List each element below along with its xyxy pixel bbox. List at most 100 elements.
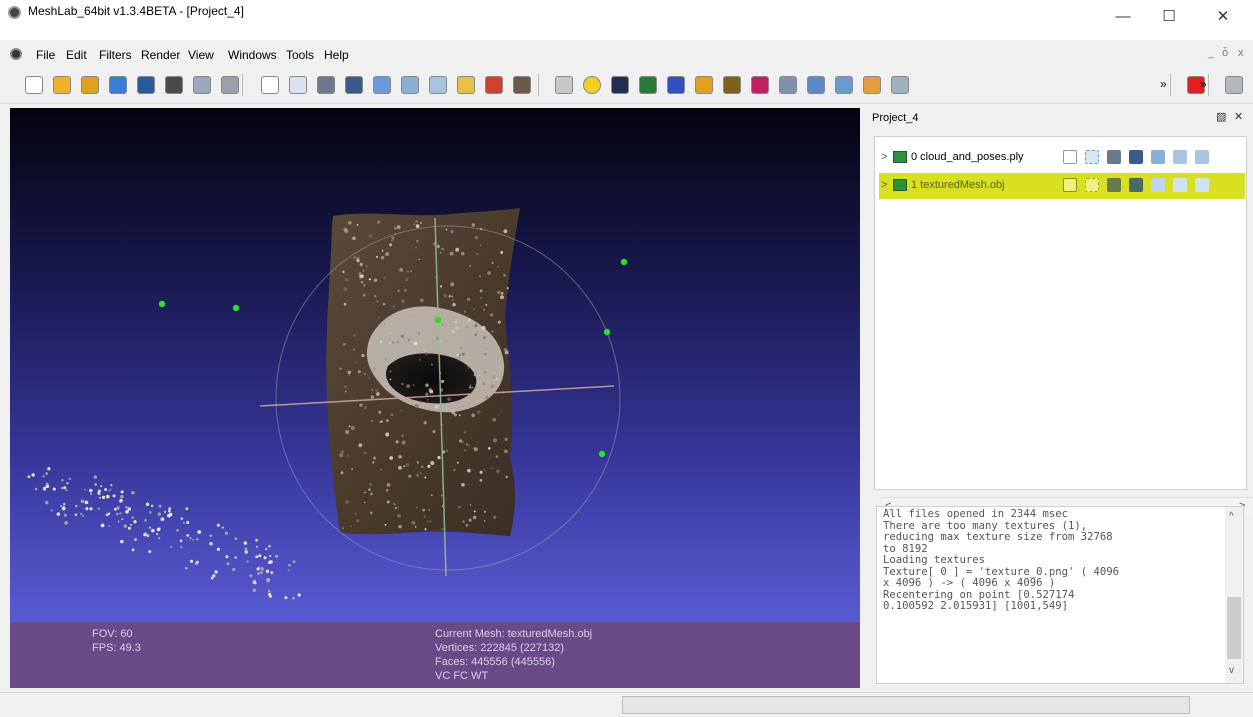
log-panel[interactable]: All files opened in 2344 msec There are t… (876, 506, 1244, 684)
snapshot-icon[interactable] (162, 73, 186, 97)
hidden-lines-mode-icon[interactable] (1129, 178, 1143, 192)
new-project-icon[interactable] (22, 73, 46, 97)
close-panel-button[interactable]: ✕ (1234, 110, 1243, 123)
align-icon[interactable] (580, 73, 604, 97)
visibility-toggle-icon[interactable] (893, 151, 907, 163)
cloud-point (156, 533, 159, 535)
layer-row-cloud-and-poses[interactable]: > 0 cloud_and_poses.ply (879, 145, 1245, 171)
scroll-down-icon[interactable]: v (1229, 665, 1234, 676)
smooth-mode-icon[interactable] (1173, 150, 1187, 164)
texture-speckle (362, 269, 365, 272)
brush-icon[interactable] (720, 73, 744, 97)
texture-speckle (397, 514, 401, 518)
hidden-lines-icon[interactable] (342, 73, 366, 97)
menu-render[interactable]: Render (141, 48, 180, 62)
select-faces-icon[interactable] (832, 73, 856, 97)
import-mesh-icon[interactable] (78, 73, 102, 97)
sphere-icon[interactable] (636, 73, 660, 97)
select-vertices-icon[interactable] (804, 73, 828, 97)
pick-points-icon[interactable] (748, 73, 772, 97)
trackball-icon[interactable] (552, 73, 576, 97)
textured-mesh[interactable] (326, 208, 520, 536)
points-mode-icon[interactable] (1085, 150, 1099, 164)
texture-speckle (420, 298, 424, 303)
color-per-vertex-icon[interactable] (482, 73, 506, 97)
menu-windows[interactable]: Windows (228, 48, 277, 62)
lock-icon[interactable] (218, 73, 242, 97)
texture-speckle (401, 383, 404, 386)
scrollbar-thumb[interactable] (1227, 597, 1241, 659)
hidden-lines-mode-icon[interactable] (1129, 150, 1143, 164)
maximize-button[interactable]: ☐ (1146, 2, 1192, 30)
layer-row-textured-mesh[interactable]: > 1 texturedMesh.obj (879, 173, 1245, 199)
scroll-up-icon[interactable]: ^ (1229, 511, 1234, 522)
axes-icon[interactable] (664, 73, 688, 97)
mdi-restore-button[interactable]: ȱ (1222, 47, 1228, 59)
wire-mode-icon[interactable] (1107, 150, 1121, 164)
cloud-point (292, 560, 296, 564)
close-button[interactable]: ✕ (1200, 2, 1246, 30)
texture-speckle (465, 325, 469, 329)
toolbar-overflow-button[interactable]: » (1200, 77, 1207, 91)
bbox-mode-icon[interactable] (1063, 150, 1077, 164)
texture-speckle (388, 341, 392, 345)
texture-icon[interactable] (426, 73, 450, 97)
texture-speckle (503, 348, 508, 352)
log-scrollbar[interactable]: ^ v (1225, 507, 1243, 683)
search-icon[interactable] (1222, 73, 1246, 97)
menu-filters[interactable]: Filters (99, 48, 132, 62)
menu-file[interactable]: File (36, 48, 55, 62)
texture-mode-icon[interactable] (1195, 150, 1209, 164)
menu-tools[interactable]: Tools (286, 48, 314, 62)
points-icon[interactable] (286, 73, 310, 97)
expand-chevron-icon[interactable]: > (881, 151, 887, 163)
mdi-minimize-button[interactable]: _ (1208, 47, 1214, 59)
color-per-face-icon[interactable] (510, 73, 534, 97)
wireframe-icon[interactable] (314, 73, 338, 97)
open-project-icon[interactable] (50, 73, 74, 97)
visibility-toggle-icon[interactable] (893, 179, 907, 191)
render-layer-icon[interactable] (190, 73, 214, 97)
mdi-close-button[interactable]: x (1238, 47, 1244, 59)
float-icon[interactable]: ▨ (1216, 110, 1226, 123)
texture-speckle (416, 506, 418, 509)
export-mesh-icon[interactable] (134, 73, 158, 97)
texture-speckle (474, 333, 478, 337)
flat-mode-icon[interactable] (1151, 150, 1165, 164)
texture-mode-icon[interactable] (1195, 178, 1209, 192)
flat-mode-icon[interactable] (1151, 178, 1165, 192)
light-icon[interactable] (454, 73, 478, 97)
scene-canvas[interactable] (10, 108, 860, 622)
document-icon[interactable] (10, 48, 22, 60)
reload-icon[interactable] (106, 73, 130, 97)
bounding-box-icon[interactable] (258, 73, 282, 97)
flat-shading-icon[interactable] (370, 73, 394, 97)
menu-view[interactable]: View (188, 48, 214, 62)
wire-mode-icon[interactable] (1107, 178, 1121, 192)
cloud-point (244, 550, 248, 554)
cloud-point (168, 507, 172, 510)
cloud-point (186, 534, 190, 537)
3d-viewport[interactable]: FOV: 60 FPS: 49.3 Current Mesh: textured… (10, 108, 860, 688)
cloud-point (158, 537, 161, 539)
smooth-shading-icon[interactable] (398, 73, 422, 97)
menu-edit[interactable]: Edit (66, 48, 87, 62)
cloud-point (120, 490, 124, 494)
cloud-point (255, 538, 258, 542)
smooth-mode-icon[interactable] (1173, 178, 1187, 192)
toolbar-overflow-button[interactable]: » (1160, 77, 1167, 91)
points-mode-icon[interactable] (1085, 178, 1099, 192)
measure-icon[interactable] (776, 73, 800, 97)
cloud-point (146, 534, 150, 538)
expand-chevron-icon[interactable]: > (881, 179, 887, 191)
paint-icon[interactable] (692, 73, 716, 97)
bbox-mode-icon[interactable] (1063, 178, 1077, 192)
menu-help[interactable]: Help (324, 48, 349, 62)
quality-mapper-icon[interactable] (608, 73, 632, 97)
select-connected-icon[interactable] (860, 73, 884, 97)
select-area-icon[interactable] (888, 73, 912, 97)
cloud-point (192, 539, 194, 541)
cloud-point (209, 534, 212, 537)
texture-speckle (424, 476, 427, 479)
minimize-button[interactable]: — (1100, 2, 1146, 30)
